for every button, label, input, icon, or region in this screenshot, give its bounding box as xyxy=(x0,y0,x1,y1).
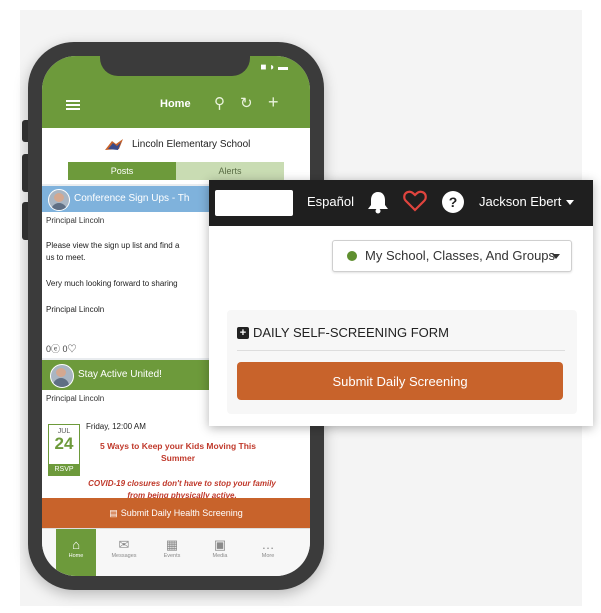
search-input[interactable] xyxy=(215,190,293,216)
nav-label: Home xyxy=(68,553,84,559)
post-body-line: Please view the sign up list and find a xyxy=(46,241,180,250)
post-author: Principal Lincoln xyxy=(46,216,105,225)
avatar xyxy=(48,189,70,211)
tab-posts[interactable]: Posts xyxy=(68,162,176,180)
bell-icon[interactable] xyxy=(367,190,389,214)
home-icon: ⌂ xyxy=(72,537,80,552)
divider xyxy=(237,350,565,351)
calendar-icon: ▦ xyxy=(165,537,179,552)
search-icon[interactable]: ⚲ xyxy=(214,94,225,112)
post-body-line: Very much looking forward to sharing xyxy=(46,279,178,288)
desktop-panel: Español ? Jackson Ebert My School, Class… xyxy=(209,180,593,426)
document-icon: ▤ xyxy=(109,507,118,518)
phone-notch xyxy=(100,56,250,76)
nav-messages[interactable]: ✉ Messages xyxy=(104,529,144,576)
top-nav-bar: Español ? Jackson Ebert xyxy=(209,180,593,226)
nav-media[interactable]: ▣ Media xyxy=(200,529,240,576)
phone-side-button xyxy=(22,120,28,142)
add-icon[interactable]: + xyxy=(268,92,279,113)
heart-icon[interactable] xyxy=(402,188,428,214)
expand-icon[interactable]: + xyxy=(237,327,249,339)
more-icon: … xyxy=(261,537,275,552)
nav-label: More xyxy=(261,553,275,559)
school-banner: Lincoln Elementary School xyxy=(42,128,310,164)
screening-form-panel: + DAILY SELF-SCREENING FORM Submit Daily… xyxy=(227,310,577,414)
help-icon[interactable]: ? xyxy=(442,191,464,213)
language-link[interactable]: Español xyxy=(307,194,354,209)
chevron-down-icon[interactable] xyxy=(566,200,574,205)
refresh-icon[interactable]: ↻ xyxy=(240,94,253,112)
event-day: 24 xyxy=(54,434,74,453)
app-title: Home xyxy=(160,98,191,110)
school-selector[interactable]: My School, Classes, And Groups xyxy=(332,240,572,272)
nav-label: Events xyxy=(163,553,181,559)
user-menu[interactable]: Jackson Ebert xyxy=(479,194,561,209)
form-title: DAILY SELF-SCREENING FORM xyxy=(253,325,449,340)
status-dot xyxy=(347,251,357,261)
phone-volume-up-button xyxy=(22,154,28,192)
nav-home[interactable]: ⌂ Home xyxy=(56,529,96,576)
app-header: ■ ◗ ▬ Home ⚲ ↻ + xyxy=(42,56,310,128)
nav-label: Messages xyxy=(111,553,137,559)
chevron-down-icon xyxy=(552,254,560,259)
rsvp-button[interactable]: RSVP xyxy=(49,464,79,475)
post-author: Principal Lincoln xyxy=(46,394,105,403)
messages-icon: ✉ xyxy=(118,537,130,552)
nav-label: Media xyxy=(212,553,228,559)
school-selector-label: My School, Classes, And Groups xyxy=(365,248,556,263)
avatar xyxy=(50,364,74,388)
school-logo-icon xyxy=(105,139,123,150)
event-title[interactable]: 5 Ways to Keep your Kids Moving This Sum… xyxy=(88,440,268,464)
tab-alerts[interactable]: Alerts xyxy=(176,162,284,180)
status-icons: ■ ◗ ▬ xyxy=(260,62,288,73)
event-time: Friday, 12:00 AM xyxy=(86,422,146,431)
school-name: Lincoln Elementary School xyxy=(132,139,251,150)
post-title: Conference Sign Ups - Th xyxy=(74,193,190,204)
menu-icon[interactable] xyxy=(66,100,80,110)
post-signoff: Principal Lincoln xyxy=(46,305,105,314)
image-icon: ▣ xyxy=(213,537,227,552)
nav-more[interactable]: … More xyxy=(248,529,288,576)
nav-events[interactable]: ▦ Events xyxy=(152,529,192,576)
submit-daily-screening-button[interactable]: Submit Daily Screening xyxy=(237,362,563,400)
reaction-counts[interactable]: 0ⓔ 0♡ xyxy=(46,342,77,355)
bottom-nav: ⌂ Home ✉ Messages ▦ Events ▣ Media … Mor… xyxy=(42,528,310,576)
post-title: Stay Active United! xyxy=(78,369,162,380)
submit-health-screening-button[interactable]: ▤ Submit Daily Health Screening xyxy=(42,498,310,528)
phone-volume-down-button xyxy=(22,202,28,240)
submit-health-screening-label: Submit Daily Health Screening xyxy=(120,508,243,518)
post-body-line: us to meet. xyxy=(46,253,86,262)
event-date-badge: JUL 24 RSVP xyxy=(48,424,80,476)
